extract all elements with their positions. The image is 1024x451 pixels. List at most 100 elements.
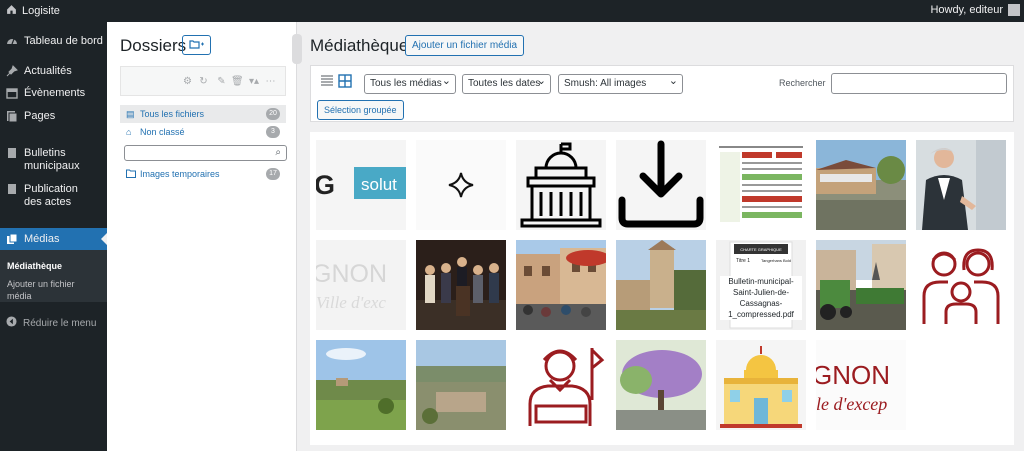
admin-sidebar: Tableau de bord Actualités Évènements Pa… bbox=[0, 22, 107, 451]
folder-temp-images[interactable]: Images temporaires 17 bbox=[120, 165, 286, 183]
attachment-businessman-photo[interactable] bbox=[916, 140, 1006, 230]
collapse-menu-button[interactable]: Réduire le menu bbox=[6, 316, 96, 330]
media-type-filter[interactable]: Tous les médias bbox=[364, 72, 456, 94]
media-library: Médiathèque Ajouter un fichier média Tou… bbox=[310, 22, 1024, 451]
folder-all-files[interactable]: ▤ Tous les fichiers 20 bbox=[120, 105, 286, 123]
attachment-ceremony-photo[interactable] bbox=[416, 240, 506, 330]
grid-view-icon[interactable] bbox=[338, 74, 354, 90]
folders-panel: Dossiers ⚙ ↻ ✎ 🗑 ▾▴ ⋯ ▤ Tous les fichier… bbox=[107, 22, 297, 451]
trash-icon[interactable]: 🗑 bbox=[231, 76, 244, 87]
attachment-village-street-photo[interactable] bbox=[516, 240, 606, 330]
account-menu[interactable]: Howdy, editeur bbox=[930, 4, 1020, 16]
attachments-grid: G solut GNON Ville d'exc CHARTE GRAPHIQU… bbox=[310, 132, 1014, 445]
collapse-label: Réduire le menu bbox=[23, 317, 97, 329]
attachment-tower-photo[interactable] bbox=[616, 240, 706, 330]
menu-item-dashboard[interactable]: Tableau de bord bbox=[0, 35, 107, 48]
attachment-sparkle-icon[interactable] bbox=[416, 140, 506, 230]
attachment-download-icon[interactable] bbox=[616, 140, 706, 230]
edit-icon[interactable]: ✎ bbox=[216, 76, 227, 87]
menu-item-acts[interactable]: Publication des actes bbox=[0, 183, 107, 209]
menu-item-media[interactable]: Médias bbox=[0, 228, 107, 250]
document-icon bbox=[6, 183, 18, 195]
attachment-family-icon[interactable] bbox=[916, 240, 1006, 330]
folders-title: Dossiers bbox=[120, 36, 187, 55]
smush-filter[interactable]: Smush: All images bbox=[558, 72, 683, 94]
attachment-logo-ville[interactable]: GNON Ville d'exc bbox=[316, 240, 406, 330]
folder-plus-icon bbox=[188, 39, 205, 51]
attachment-tractor-parade-photo[interactable] bbox=[816, 240, 906, 330]
document-icon bbox=[6, 147, 18, 159]
folder-toolbar: ⚙ ↻ ✎ 🗑 ▾▴ ⋯ bbox=[120, 66, 286, 96]
panel-resize-handle[interactable] bbox=[292, 34, 302, 64]
folder-count: 20 bbox=[266, 108, 280, 120]
home-icon: ⌂ bbox=[126, 127, 132, 137]
menu-label: Tableau de bord bbox=[24, 35, 103, 47]
attachment-bulletin-pdf[interactable]: CHARTE GRAPHIQUE Titre 1 Tangerhans Bold… bbox=[716, 240, 806, 330]
menu-label: Pages bbox=[24, 110, 56, 122]
date-filter[interactable]: Toutes les dates bbox=[462, 72, 551, 94]
attachment-mayor-icon[interactable] bbox=[516, 340, 606, 430]
file-icon: ▤ bbox=[126, 109, 135, 119]
menu-item-events[interactable]: Évènements bbox=[0, 87, 107, 100]
attachment-logo-ville-red[interactable]: GNON le d'excep bbox=[816, 340, 906, 430]
folder-count: 3 bbox=[266, 126, 280, 138]
folder-count: 17 bbox=[266, 168, 280, 180]
attachment-blossom-tree-photo[interactable] bbox=[616, 340, 706, 430]
more-icon[interactable]: ⋯ bbox=[265, 76, 276, 87]
dashboard-icon bbox=[6, 35, 18, 47]
menu-label: Publication des actes bbox=[24, 183, 78, 208]
folder-label: Tous les fichiers bbox=[140, 109, 205, 119]
avatar bbox=[1008, 4, 1020, 16]
menu-label: Bulletins municipaux bbox=[24, 147, 80, 172]
folder-icon bbox=[126, 169, 136, 179]
menu-item-bulletins[interactable]: Bulletins municipaux bbox=[0, 147, 107, 173]
menu-item-news[interactable]: Actualités bbox=[0, 65, 107, 78]
menu-label: Actualités bbox=[24, 65, 72, 77]
doc-font-text: Tangerhans Bold bbox=[761, 258, 791, 263]
bulk-select-button[interactable]: Sélection groupée bbox=[317, 100, 404, 120]
doc-header-text: CHARTE GRAPHIQUE bbox=[740, 247, 782, 252]
logo-text: GNON bbox=[816, 360, 890, 390]
search-label: Rechercher bbox=[779, 78, 826, 88]
media-search-input[interactable] bbox=[831, 73, 1007, 94]
attachment-logo-solution[interactable]: G solut bbox=[316, 140, 406, 230]
media-submenu: Médiathèque Ajouter un fichier média bbox=[0, 250, 107, 302]
logo-text: GNON bbox=[316, 260, 387, 288]
attachment-landscape-photo-1[interactable] bbox=[316, 340, 406, 430]
media-icon bbox=[6, 233, 18, 245]
page-title: Médiathèque bbox=[310, 36, 409, 55]
add-media-button[interactable]: Ajouter un fichier média bbox=[405, 35, 525, 56]
document-filename: Bulletin-municipal-Saint-Julien-de-Cassa… bbox=[720, 276, 802, 320]
menu-label: Médias bbox=[24, 232, 60, 245]
page-icon bbox=[6, 110, 18, 123]
site-name: Logisite bbox=[22, 5, 60, 17]
attachment-town-hall-icon[interactable] bbox=[516, 140, 606, 230]
submenu-add-media[interactable]: Ajouter un fichier média bbox=[7, 278, 97, 302]
attachment-building-illustration[interactable] bbox=[716, 340, 806, 430]
logo-text: le d'excep bbox=[816, 394, 887, 414]
list-view-icon[interactable] bbox=[320, 74, 336, 90]
folder-uncategorized[interactable]: ⌂ Non classé 3 bbox=[120, 123, 286, 141]
submenu-mediatheque[interactable]: Médiathèque bbox=[7, 260, 62, 272]
pin-icon bbox=[6, 65, 18, 77]
folder-search-input[interactable]: ⌕ bbox=[124, 145, 287, 161]
new-folder-button[interactable] bbox=[182, 35, 211, 55]
attachment-landscape-photo-2[interactable] bbox=[416, 340, 506, 430]
site-name-link[interactable]: Logisite bbox=[6, 4, 60, 18]
folder-label: Non classé bbox=[140, 127, 185, 137]
logo-text: Ville d'exc bbox=[316, 293, 386, 312]
home-icon bbox=[6, 4, 17, 18]
attachment-schedule-document[interactable] bbox=[716, 140, 806, 230]
settings-icon[interactable]: ⚙ bbox=[182, 76, 193, 87]
refresh-icon[interactable]: ↻ bbox=[198, 76, 209, 87]
calendar-icon bbox=[6, 87, 18, 99]
svg-text:G: G bbox=[316, 170, 335, 200]
media-toolbar: Tous les médias Toutes les dates Smush: … bbox=[310, 65, 1014, 122]
collapse-icon bbox=[6, 316, 17, 330]
menu-item-pages[interactable]: Pages bbox=[0, 110, 107, 123]
admin-bar: Logisite Howdy, editeur bbox=[0, 0, 1024, 22]
folder-label: Images temporaires bbox=[140, 169, 220, 179]
attachment-school-photo[interactable] bbox=[816, 140, 906, 230]
menu-label: Évènements bbox=[24, 87, 86, 99]
sort-icon[interactable]: ▾▴ bbox=[247, 76, 261, 87]
